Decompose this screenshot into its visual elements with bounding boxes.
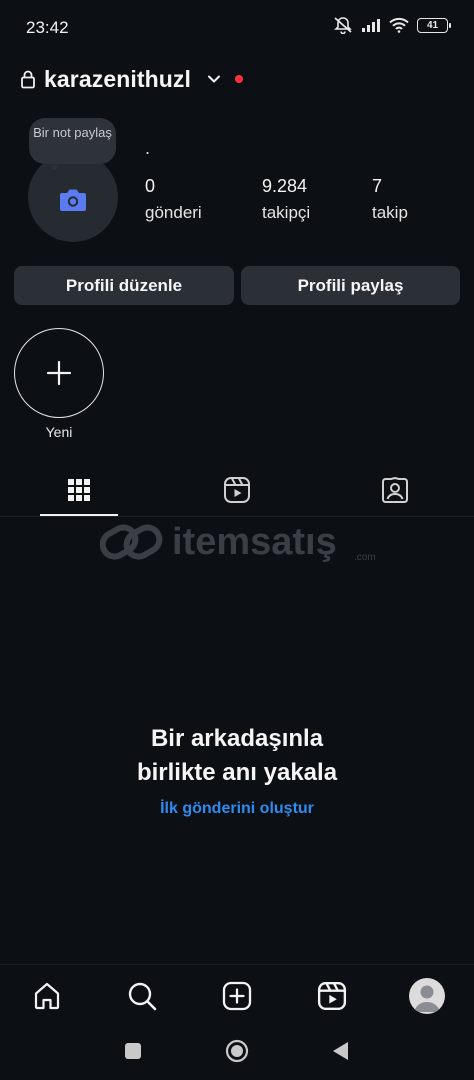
nav-profile[interactable]: [405, 974, 449, 1018]
square-icon: [125, 1043, 141, 1059]
tab-posts-grid[interactable]: [39, 470, 119, 510]
status-icons: 41: [333, 16, 451, 34]
lock-icon: [21, 70, 35, 89]
notification-dot: [235, 75, 244, 83]
stat-following-label: takip: [372, 203, 408, 222]
svg-text:.com: .com: [354, 552, 376, 563]
nav-search[interactable]: [120, 974, 164, 1018]
nav-create[interactable]: [215, 974, 259, 1018]
new-highlight-button[interactable]: [14, 328, 104, 418]
home-icon: [34, 982, 60, 1010]
edit-profile-button[interactable]: Profili düzenle: [14, 266, 234, 305]
profile-header: karazenithuzl: [20, 62, 244, 96]
create-icon: [222, 981, 252, 1011]
new-highlight-label: Yeni: [45, 424, 73, 440]
share-profile-button[interactable]: Profili paylaş: [241, 266, 460, 305]
svg-text:itemsatış: itemsatış: [172, 521, 337, 563]
back-triangle-icon: [333, 1042, 348, 1060]
tab-tagged[interactable]: [355, 470, 435, 510]
tab-reels[interactable]: [197, 470, 277, 510]
stat-followers[interactable]: 9.284 takipçi: [262, 176, 310, 223]
signal-icon: [362, 19, 380, 32]
profile-name: .: [145, 138, 151, 158]
wifi-icon: [389, 17, 409, 33]
empty-state-line1: Bir arkadaşınla: [150, 725, 324, 752]
stat-followers-value: 9.284: [262, 176, 308, 196]
watermark-logo: itemsatış .com: [99, 516, 380, 566]
tagged-icon: [382, 477, 408, 503]
stat-posts-label: gönderi: [145, 203, 202, 222]
note-text: Bir not paylaş: [33, 125, 112, 140]
battery-indicator: 41: [417, 17, 451, 33]
muted-bell-icon: [334, 17, 352, 34]
stat-followers-label: takipçi: [262, 203, 311, 222]
stat-posts-value: 0: [145, 176, 156, 196]
note-bubble-tail: [52, 165, 57, 170]
stat-following-value: 7: [372, 176, 383, 196]
stat-posts[interactable]: 0 gönderi: [145, 176, 202, 223]
profile-icon: [409, 978, 445, 1014]
grid-icon: [68, 479, 90, 501]
camera-icon: [60, 189, 86, 211]
empty-state-line2: birlikte anı yakala: [136, 759, 338, 786]
system-recents-button[interactable]: [113, 1034, 153, 1068]
status-time: 23:42: [26, 18, 69, 37]
system-home-button[interactable]: [217, 1034, 257, 1068]
create-first-post-link[interactable]: İlk gönderini oluştur: [0, 800, 474, 818]
nav-home[interactable]: [25, 974, 69, 1018]
reels-icon: [317, 981, 347, 1011]
nav-reels[interactable]: [310, 974, 354, 1018]
system-back-button[interactable]: [320, 1034, 360, 1068]
stat-following[interactable]: 7 takip: [372, 176, 408, 223]
empty-state-title: Bir arkadaşınla birlikte anı yakala: [0, 722, 474, 790]
username[interactable]: karazenithuzl: [44, 66, 191, 93]
search-icon: [128, 982, 157, 1011]
note-bubble[interactable]: Bir not paylaş: [29, 118, 116, 164]
reels-icon: [224, 477, 250, 503]
plus-icon: [46, 360, 72, 386]
chevron-down-icon[interactable]: [205, 70, 223, 88]
profile-avatar-placeholder[interactable]: [28, 152, 118, 242]
circle-icon: [225, 1039, 249, 1063]
